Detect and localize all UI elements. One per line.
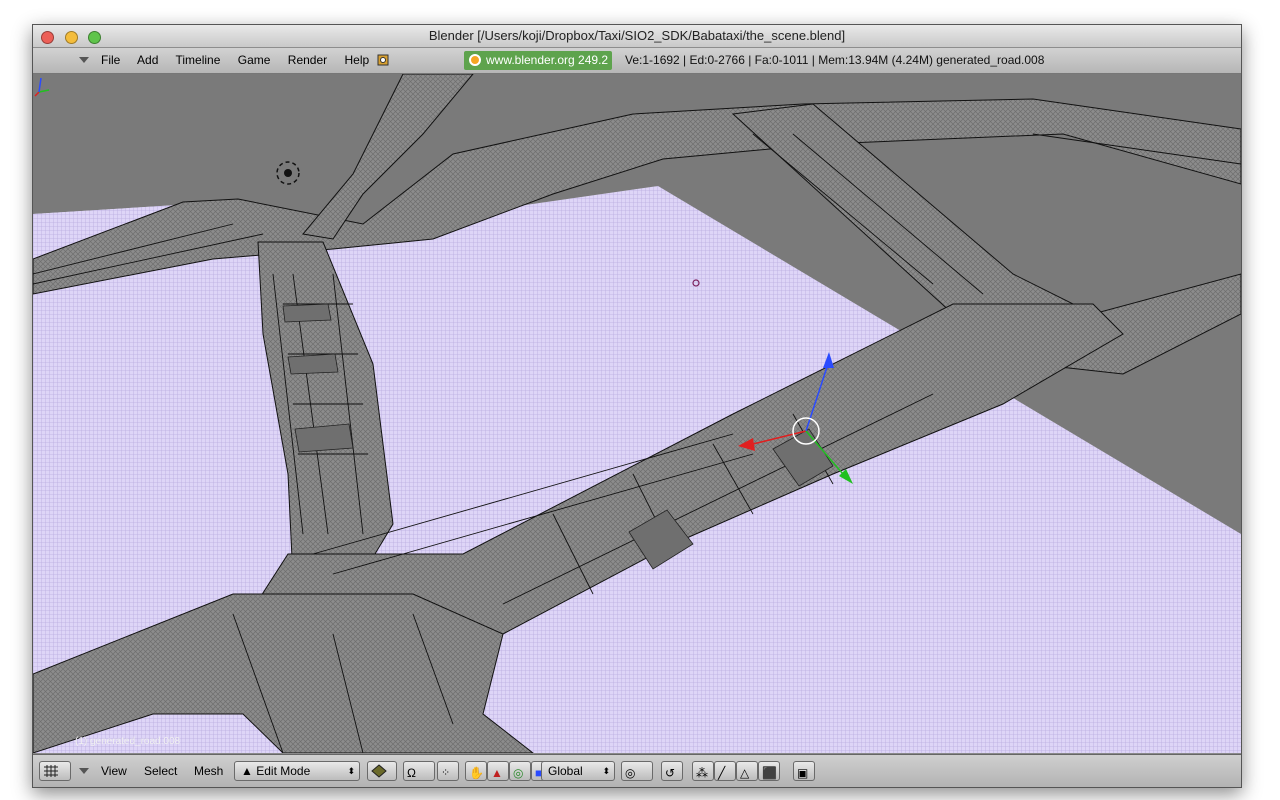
face-select-button[interactable]: △ xyxy=(736,761,758,781)
cube-icon: ⬛ xyxy=(762,766,777,780)
zoom-button[interactable] xyxy=(88,31,102,44)
rotate-button[interactable]: ◎ xyxy=(509,761,531,781)
vertex-icon: ⁂ xyxy=(696,766,708,780)
target-icon: ◎ xyxy=(625,766,636,780)
menu-select[interactable]: Select xyxy=(144,764,177,778)
render-preview-button[interactable]: ▣ xyxy=(793,761,815,781)
collapse-arrow-icon[interactable] xyxy=(79,768,89,774)
3d-viewport[interactable]: (1) generated_road.008 xyxy=(33,74,1241,753)
rotate-icon: ◎ xyxy=(513,766,524,780)
undo-icon: ↺ xyxy=(665,766,676,780)
pivot-button[interactable]: Ω xyxy=(403,761,435,781)
vertex-select-button[interactable]: ⁂ xyxy=(692,761,714,781)
3d-cursor-icon[interactable] xyxy=(276,161,300,185)
occlude-geometry-button[interactable]: ⬛ xyxy=(758,761,780,781)
menu-file[interactable]: File xyxy=(101,53,120,67)
menu-help[interactable]: Help xyxy=(344,53,369,67)
hand-icon: ✋ xyxy=(469,766,484,780)
info-header: File Add Timeline Game Render Help www.b… xyxy=(33,48,1241,74)
shading-icon xyxy=(371,764,387,778)
magnet-icon: Ω xyxy=(407,766,416,780)
viewport-scene[interactable] xyxy=(33,74,1241,753)
edge-select-button[interactable]: ╱ xyxy=(714,761,736,781)
axis-orientation-icon xyxy=(34,77,50,97)
mode-select[interactable]: ▲ Edit Mode ⬍ xyxy=(234,761,360,781)
main-menu: File Add Timeline Game Render Help xyxy=(101,48,383,73)
menu-mesh[interactable]: Mesh xyxy=(194,764,223,778)
object-name-label: (1) generated_road.008 xyxy=(75,736,181,747)
collapse-arrow-icon[interactable] xyxy=(79,57,89,63)
blender-window: Blender [/Users/koji/Dropbox/Taxi/SIO2_S… xyxy=(32,24,1242,788)
menu-game[interactable]: Game xyxy=(238,53,271,67)
edit-mode-icon: ▲ xyxy=(241,764,253,778)
proportional-edit-button[interactable]: ◎ xyxy=(621,761,653,781)
chevron-updown-icon: ⬍ xyxy=(347,766,355,776)
minimize-button[interactable] xyxy=(64,31,78,44)
menu-add[interactable]: Add xyxy=(137,53,158,67)
scene-stats: Ve:1-1692 | Ed:0-2766 | Fa:0-1011 | Mem:… xyxy=(625,53,1045,67)
close-button[interactable] xyxy=(41,31,54,44)
editor-type-button[interactable] xyxy=(39,761,71,781)
blender-version-badge: www.blender.org 249.2 xyxy=(464,51,613,70)
menu-timeline[interactable]: Timeline xyxy=(176,53,221,67)
orientation-select[interactable]: Global ⬍ xyxy=(541,761,615,781)
pivot-point-button[interactable]: ⁘ xyxy=(437,761,459,781)
blender-logo-icon xyxy=(469,54,481,66)
edge-icon: ╱ xyxy=(718,766,726,780)
scene-icon[interactable] xyxy=(376,53,390,67)
menu-render[interactable]: Render xyxy=(288,53,327,67)
grid-icon xyxy=(44,765,58,777)
chevron-updown-icon: ⬍ xyxy=(602,766,610,776)
menu-view[interactable]: View xyxy=(101,764,127,778)
3d-view-header: View Select Mesh ▲ Edit Mode ⬍ Ω ⁘ ✋ ▲ ◎ xyxy=(33,754,1241,787)
draw-type-button[interactable] xyxy=(367,761,397,781)
face-icon: △ xyxy=(740,766,750,780)
dots-icon: ⁘ xyxy=(441,767,451,779)
translate-button[interactable]: ▲ xyxy=(487,761,509,781)
manipulator-toggle[interactable]: ✋ xyxy=(465,761,487,781)
translate-icon: ▲ xyxy=(491,766,503,780)
title-bar: Blender [/Users/koji/Dropbox/Taxi/SIO2_S… xyxy=(33,25,1241,48)
image-icon: ▣ xyxy=(797,766,809,780)
window-title: Blender [/Users/koji/Dropbox/Taxi/SIO2_S… xyxy=(428,28,846,43)
undo-button[interactable]: ↺ xyxy=(661,761,683,781)
